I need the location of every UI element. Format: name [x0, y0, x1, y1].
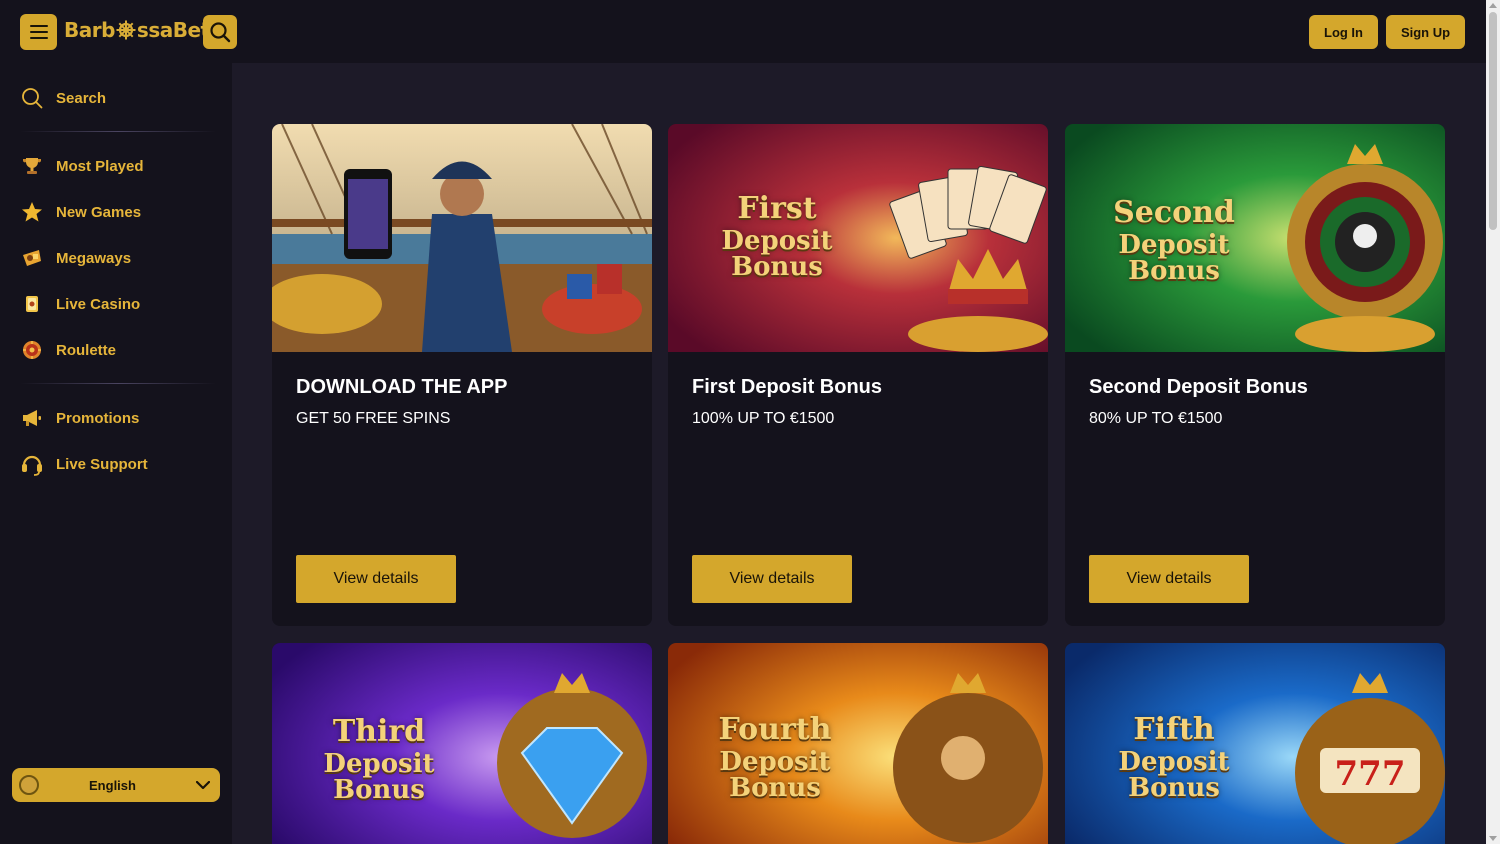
language-flag-icon — [19, 775, 39, 795]
language-selector[interactable]: English — [12, 768, 220, 802]
promo-subtitle: 100% UP TO €1500 — [692, 410, 835, 427]
promo-title: DOWNLOAD THE APP — [296, 376, 508, 398]
sidebar-item-most-played[interactable]: Most Played — [20, 151, 220, 181]
promo-title: Second Deposit Bonus — [1089, 376, 1308, 398]
language-label: English — [89, 777, 136, 793]
page-scrollbar[interactable] — [1486, 0, 1500, 844]
view-details-button[interactable]: View details — [1089, 555, 1249, 603]
search-icon — [210, 22, 231, 43]
promo-card-second-deposit: Second Deposit Bonus Second Deposit Bonu… — [1065, 124, 1445, 626]
sidebar-item-live-support[interactable]: Live Support — [20, 449, 220, 479]
promo-image-text: First Deposit Bonus — [721, 191, 833, 282]
star-icon — [20, 200, 44, 224]
sidebar-item-label: Most Played — [56, 157, 144, 175]
promo-image-pirate-app — [272, 124, 652, 352]
svg-text:777: 777 — [1335, 754, 1406, 794]
scroll-up-arrow-icon[interactable] — [1489, 3, 1497, 8]
megaphone-icon — [20, 406, 44, 430]
sidebar-divider — [20, 131, 216, 132]
promo-title: First Deposit Bonus — [692, 376, 883, 398]
promo-image-text: Fourth Deposit Bonus — [718, 712, 832, 803]
megaways-icon — [20, 246, 44, 270]
ship-wheel-icon — [116, 20, 136, 40]
sidebar-search[interactable]: Search — [20, 83, 220, 113]
menu-button[interactable] — [20, 14, 57, 50]
sidebar-item-new-games[interactable]: New Games — [20, 197, 220, 227]
scroll-down-arrow-icon[interactable] — [1489, 836, 1497, 841]
sidebar-item-label: Megaways — [56, 249, 132, 267]
promo-card-fourth-deposit: Fourth Deposit Bonus — [668, 643, 1048, 844]
promo-card-first-deposit: First Deposit Bonus First Deposit Bonus … — [668, 124, 1048, 626]
promo-image-text: Second Deposit Bonus — [1113, 195, 1235, 286]
sidebar-divider — [20, 383, 216, 384]
promo-subtitle: 80% UP TO €1500 — [1089, 410, 1223, 427]
promo-card-fifth-deposit: 777 Fifth Deposit Bonus — [1065, 643, 1445, 844]
promo-image-text: Third Deposit Bonus — [323, 714, 435, 805]
signup-button[interactable]: Sign Up — [1386, 15, 1465, 49]
sidebar: Search Most Played New Games Megaways Li… — [0, 63, 232, 844]
roulette-icon — [20, 338, 44, 362]
sidebar-item-roulette[interactable]: Roulette — [20, 335, 220, 365]
scroll-thumb[interactable] — [1489, 12, 1497, 230]
hamburger-icon — [29, 25, 48, 39]
search-icon — [20, 86, 44, 110]
promo-subtitle: GET 50 FREE SPINS — [296, 410, 451, 427]
logo-text-left: Barb — [64, 18, 115, 42]
promo-image-second-deposit: Second Deposit Bonus — [1065, 124, 1445, 352]
sidebar-item-label: Live Support — [56, 455, 148, 473]
sidebar-item-label: New Games — [56, 203, 142, 221]
logo-text-right: ssaBet — [136, 18, 210, 42]
view-details-button[interactable]: View details — [692, 555, 852, 603]
promo-image-third-deposit: Third Deposit Bonus — [272, 643, 652, 844]
login-button[interactable]: Log In — [1309, 15, 1378, 49]
header-search-button[interactable] — [203, 15, 237, 49]
promo-card-third-deposit: Third Deposit Bonus — [272, 643, 652, 844]
sidebar-item-live-casino[interactable]: Live Casino — [20, 289, 220, 319]
sidebar-item-label: Promotions — [56, 409, 140, 427]
promotions-grid: DOWNLOAD THE APP GET 50 FREE SPINS View … — [232, 63, 1486, 844]
view-details-button[interactable]: View details — [296, 555, 456, 603]
chevron-down-icon — [196, 780, 210, 789]
sidebar-item-label: Roulette — [56, 341, 116, 359]
sidebar-item-promotions[interactable]: Promotions — [20, 403, 220, 433]
sidebar-item-label: Live Casino — [56, 295, 141, 313]
promo-image-text: Fifth Deposit Bonus — [1118, 712, 1230, 803]
cards-icon — [20, 292, 44, 316]
promo-card-app: DOWNLOAD THE APP GET 50 FREE SPINS View … — [272, 124, 652, 626]
promo-image-first-deposit: First Deposit Bonus — [668, 124, 1048, 352]
top-header: Barb ssaBet Log In Sign Up — [0, 0, 1486, 63]
sidebar-item-megaways[interactable]: Megaways — [20, 243, 220, 273]
headset-icon — [20, 452, 44, 476]
promo-image-fourth-deposit: Fourth Deposit Bonus — [668, 643, 1048, 844]
site-logo[interactable]: Barb ssaBet — [64, 18, 210, 42]
promo-image-fifth-deposit: 777 Fifth Deposit Bonus — [1065, 643, 1445, 844]
sidebar-search-label: Search — [56, 89, 107, 107]
trophy-icon — [20, 154, 44, 178]
